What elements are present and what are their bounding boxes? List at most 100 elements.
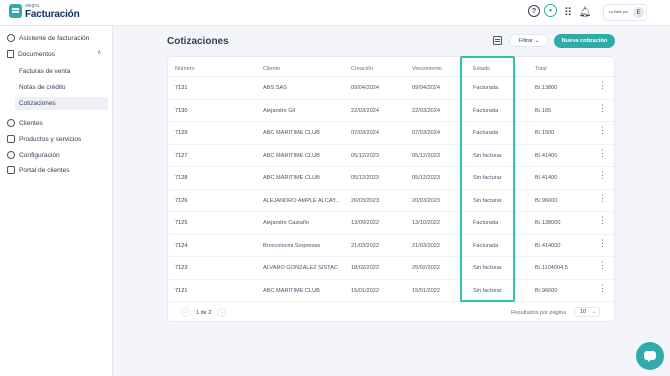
cell-creacion: 05/12/2023 [351,175,379,181]
page-title: Cotizaciones [167,36,229,47]
cell-vencimiento: 07/03/2024 [412,130,440,136]
column-header-numero[interactable]: Número [175,66,195,72]
shield-icon [7,34,15,42]
columns-settings-icon[interactable] [493,36,502,45]
sidebar-item-assistant[interactable]: Asistente de facturación [7,34,89,42]
filter-button[interactable]: Filtrar ⌄ [509,34,549,47]
new-quote-button[interactable]: Nueva cotización [554,34,615,48]
cell-total: B/.165 [535,107,552,114]
row-actions-icon[interactable]: ⋮ [598,215,607,226]
cell-vencimiento: 22/03/2024 [412,107,440,114]
document-icon [7,50,14,58]
row-actions-icon[interactable]: ⋮ [598,260,607,271]
cell-creacion: 18/02/2022 [351,265,379,271]
sidebar-item-cotizaciones[interactable]: Cotizaciones [15,97,108,110]
results-per-page-select[interactable]: 10 ⌄ [574,307,600,317]
cell-numero: 7121 [175,287,188,294]
cell-creacion: 13/09/2022 [351,220,379,226]
cell-cliente: Alejandro Castaño [263,220,310,226]
row-actions-icon[interactable]: ⋮ [598,125,607,136]
cell-cliente: ABC MARITIME CLUB [263,152,320,159]
table-row[interactable]: 7126 ALEJANDRO AMPLE ALCAY... 20/03/2023 20… [168,190,614,212]
row-actions-icon[interactable]: ⋮ [598,238,607,249]
sidebar-item-label: Portal de clientes [19,166,70,174]
sidebar-item-configuracion[interactable]: Configuración [7,151,60,159]
cell-creacion: 15/01/2022 [351,287,379,294]
column-header-vencimiento[interactable]: Vencimiento [412,66,442,72]
bell-icon[interactable]: 🔔︎ [579,5,592,19]
cell-estado: Sin facturar [473,175,502,181]
cell-vencimiento: 05/12/2023 [412,175,440,181]
sidebar-item-clientes[interactable]: Clientes [7,119,43,127]
cell-vencimiento: 25/02/2022 [412,265,440,271]
table-row[interactable]: 7121 ABC MARITIME CLUB 15/01/2022 15/01/202… [168,280,614,302]
brand-name[interactable]: Facturación [25,9,80,20]
column-header-cliente[interactable]: Cliente [263,66,280,72]
cell-estado: Sin facturar [473,287,502,294]
row-actions-icon[interactable]: ⋮ [598,103,607,114]
top-bar: alegra Facturación ? ● ⠿ 🔔︎ La Halle pzo… [0,0,670,26]
cell-total: B/.13800 [535,85,558,91]
sidebar-item-productos[interactable]: Productos y servicios [7,135,81,143]
app-logo-icon[interactable] [9,4,22,18]
cell-creacion: 09/04/2024 [351,85,379,91]
box-icon [7,135,15,143]
cell-vencimiento: 13/10/2022 [412,220,440,226]
cell-cliente: ABC MARITIME CLUB [263,287,320,294]
cell-vencimiento: 20/03/2023 [412,197,440,204]
support-chat-icon[interactable] [636,342,664,370]
cell-numero: 7125 [175,220,188,226]
help-icon[interactable]: ? [528,5,540,17]
cell-creacion: 21/03/2022 [351,242,379,249]
row-actions-icon[interactable]: ⋮ [598,148,607,159]
results-per-page-label: Resultados por página [511,310,567,316]
sidebar-item-portal[interactable]: Portal de clientes [7,166,70,174]
chevron-up-icon[interactable]: ∧ [97,49,101,56]
row-actions-icon[interactable]: ⋮ [598,170,607,181]
cell-total: B/.414000 [535,242,561,249]
sidebar-item-label: Configuración [19,151,60,159]
pagination: ‹ 1 de 2 › [181,308,227,317]
row-actions-icon[interactable]: ⋮ [598,193,607,204]
avatar[interactable]: E [633,7,644,18]
cell-vencimiento: 21/03/2022 [412,242,440,249]
chat-icon[interactable]: ● [544,4,557,17]
cell-numero: 7126 [175,197,188,204]
cell-creacion: 20/03/2023 [351,197,379,204]
cell-numero: 7131 [175,85,188,91]
cell-numero: 7127 [175,152,188,159]
table-row[interactable]: 7128 ABC MARITIME CLUB 05/12/2023 05/12/202… [168,167,614,190]
sidebar-item-documents[interactable]: Documentos [7,50,55,58]
apps-grid-icon[interactable]: ⠿ [562,5,574,19]
table-row[interactable]: 7124 Broccoincini Sorpresas 21/03/2022 21/0… [168,235,614,257]
prev-page-button[interactable]: ‹ [181,308,190,317]
cell-creacion: 07/03/2024 [351,130,379,136]
table-row[interactable]: 7131 ABS SAS 09/04/2024 09/04/2024 Facturada… [168,77,614,100]
row-actions-icon[interactable]: ⋮ [598,80,607,91]
sidebar [0,26,113,376]
table-row[interactable]: 7125 Alejandro Castaño 13/09/2022 13/10/202… [168,212,614,235]
column-header-creacion[interactable]: Creación [351,66,373,72]
table-row[interactable]: 7129 ABC MARITIME CLUB 07/03/2024 07/03/202… [168,122,614,145]
table-row[interactable]: 7123 ALVARO GONZALEZ SISTAC 18/02/2022 25/0… [168,257,614,280]
company-switcher[interactable]: La Halle pzo E [603,4,647,21]
cell-estado: Facturada [473,85,499,91]
cell-vencimiento: 15/01/2022 [412,287,440,294]
cell-estado: Sin facturar [473,152,502,159]
sidebar-item-facturas[interactable]: Facturas de venta [15,65,108,78]
cell-cliente: ABC MARITIME CLUB [263,130,320,136]
cell-cliente: Alejandro Gil [263,107,296,114]
table-row[interactable]: 7127 ABC MARITIME CLUB 05/12/2023 05/12/202… [168,145,614,167]
next-page-button[interactable]: › [217,308,227,317]
cell-numero: 7130 [175,107,188,114]
cell-estado: Facturada [473,130,499,136]
column-header-total[interactable]: Total [535,66,547,72]
row-actions-icon[interactable]: ⋮ [598,283,607,294]
sidebar-item-notas[interactable]: Notas de crédito [15,81,108,94]
column-header-estado[interactable]: Estado [473,66,490,72]
cell-numero: 7128 [175,175,188,181]
table-row[interactable]: 7130 Alejandro Gil 22/03/2024 22/03/2024 Fac… [168,100,614,122]
cell-cliente: ALVARO GONZALEZ SISTAC [263,265,338,271]
cell-total: B/.96600 [535,197,558,204]
cell-vencimiento: 05/12/2023 [412,152,440,159]
